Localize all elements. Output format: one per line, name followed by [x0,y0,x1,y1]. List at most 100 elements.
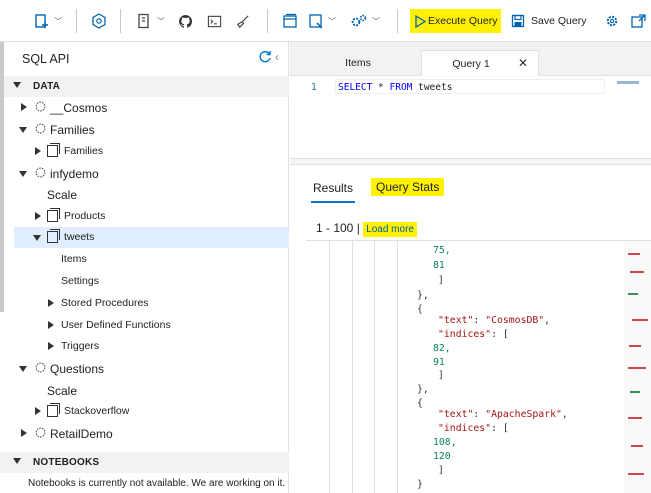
json-brace: { [417,304,423,315]
tab-query-stats[interactable]: Query Stats [371,178,445,196]
save-icon [511,14,525,28]
caret-down-icon [13,458,21,464]
minimap-line [630,271,644,273]
results-json-viewer[interactable]: 75, 81 ] }, { "text": "CosmosDB", "indic… [306,240,651,493]
tree-item-label: Products [64,210,106,222]
caret-down-icon [13,82,21,88]
minimap-line [628,417,642,419]
tree-item-label: RetailDemo [50,427,113,441]
caret-right-icon [48,321,54,329]
terminal-button[interactable] [207,9,222,33]
json-key: "text" [438,409,474,420]
chevron-down-icon: ﹀ [328,16,336,26]
api-title: SQL API [22,52,70,66]
tab-query-1[interactable]: Query 1 ✕ [421,50,539,76]
query-editor[interactable]: 1 SELECT * FROM tweets [290,76,651,158]
json-brace: }, [417,384,429,395]
data-section-header[interactable]: DATA [0,76,289,97]
sidebar-header: SQL API ‹ [0,42,289,75]
open-external-button[interactable] [631,9,646,33]
collection-icon [47,143,60,157]
tree-item-families-db[interactable]: Families [0,119,289,140]
json-brace: }, [417,290,429,301]
new-item-button[interactable]: ﹀ [137,9,165,33]
tree-item-retaildemo[interactable]: RetailDemo [0,423,289,444]
json-key: "indices" [438,423,492,434]
caret-right-icon [35,147,41,155]
tree-item-products[interactable]: Products [0,206,289,227]
tree-item-families-collection[interactable]: Families [0,141,289,162]
results-tab-strip: Results Query Stats [290,172,651,203]
collection-icon [47,403,60,417]
cosmos-icon [92,13,106,29]
load-more-link[interactable]: Load more [363,222,417,237]
tree-item-stored-procedures[interactable]: Stored Procedures [0,293,289,314]
indent-guide [374,241,375,493]
minimap-line [629,345,641,347]
tab-strip: Items Query 1 ✕ [290,42,651,76]
tree-item-infydemo-scale[interactable]: Scale [0,184,289,205]
tree-item-tweets[interactable]: tweets [14,227,289,248]
tree-item-triggers[interactable]: Triggers [0,336,289,357]
tab-label: Query 1 [452,57,490,70]
keyword-from: FROM [389,82,413,93]
command-bar: ﹀ ﹀ ﹀ ﹀ Execute Query Save Query [0,0,651,42]
json-number: 81 [433,260,445,271]
database-icon [35,427,46,438]
json-indices-row: "indices": [ [438,423,509,434]
tree-item-label: User Defined Functions [61,319,171,331]
settings-menu-button[interactable]: ﹀ [350,9,380,33]
data-section-label: DATA [33,81,61,92]
pane-splitter[interactable] [290,158,651,165]
execute-query-button[interactable]: Execute Query [410,9,502,33]
collapse-chevron-icon[interactable]: ‹ [275,50,279,64]
json-number: 120 [433,451,451,462]
github-button[interactable] [178,9,193,33]
new-sql-query-button[interactable] [282,9,298,33]
tab-results[interactable]: Results [310,181,356,203]
tree-item-cosmos[interactable]: __Cosmos [0,97,289,118]
github-icon [179,14,193,28]
new-container-icon [35,14,48,28]
new-stored-procedure-button[interactable]: ﹀ [308,9,336,33]
notebooks-section-header[interactable]: NOTEBOOKS [0,452,289,473]
save-query-label: Save Query [531,15,587,27]
tree-item-label: Items [61,253,87,265]
query-window-icon [283,13,297,28]
select-star: * [372,82,390,93]
tree-item-infydemo[interactable]: infydemo [0,163,289,184]
json-brace: { [417,398,423,409]
caret-right-icon [35,212,41,220]
caret-right-icon [21,103,27,111]
indent-guide [397,241,398,493]
new-container-button[interactable]: ﹀ [34,9,62,33]
settings-button[interactable] [605,9,619,33]
tree-item-settings[interactable]: Settings [0,271,289,292]
json-key: "indices" [438,329,492,340]
cosmos-explorer: ﹀ ﹀ ﹀ ﹀ Execute Query Save Query SQL API… [0,0,651,493]
clear-button[interactable] [235,9,250,33]
refresh-icon[interactable] [258,50,272,64]
tab-items[interactable]: Items [308,50,408,76]
notebooks-section-label: NOTEBOOKS [33,457,100,468]
query-text[interactable]: SELECT * FROM tweets [338,82,452,93]
new-item-icon [138,13,149,29]
save-query-button[interactable]: Save Query [511,9,586,33]
tree-item-udfs[interactable]: User Defined Functions [0,315,289,336]
caret-down-icon [19,127,27,133]
tree-item-label: Scale [47,188,78,202]
open-full-screen-button[interactable] [91,9,107,33]
results-minimap[interactable] [624,241,651,493]
tree-item-label: Scale [47,384,78,398]
json-text-row: "text": "CosmosDB", [438,315,551,326]
caret-down-icon [33,235,41,241]
gears-icon [351,14,367,27]
tree-item-stackoverflow[interactable]: Stackoverflow [0,401,289,422]
tree-item-label: __Cosmos [50,101,108,115]
minimap-line [631,445,643,447]
chevron-down-icon: ﹀ [157,16,165,26]
tree-item-questions-scale[interactable]: Scale [0,380,289,401]
close-icon[interactable]: ✕ [518,56,528,70]
tree-item-items[interactable]: Items [0,249,289,270]
tree-item-questions[interactable]: Questions [0,358,289,379]
